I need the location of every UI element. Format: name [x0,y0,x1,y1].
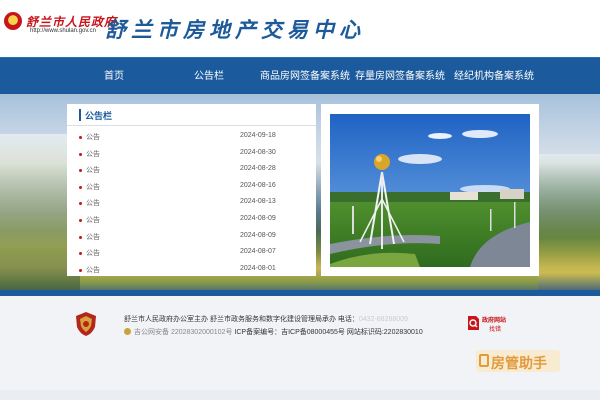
bullet-icon [79,252,82,256]
assistant-label: 房管助手 [491,355,547,371]
notice-item-date: 2024-08-30 [240,148,276,156]
public-security-icon [124,328,131,335]
notice-panel: 公告栏 公告 2024-09-18 公告 2024-08-30 公告 2024-08-… [67,104,316,276]
notice-item-title[interactable]: 公告 [86,265,100,275]
city-landmark-photo[interactable] [330,114,530,267]
find-error-label: 政府网站 [482,318,507,324]
find-error-icon [468,316,479,330]
notice-item-date: 2024-08-09 [240,231,276,239]
notice-item[interactable]: 公告 2024-08-09 [67,230,316,247]
notice-item[interactable]: 公告 2024-08-16 [67,180,316,197]
bullet-icon [79,235,82,239]
notice-item-date: 2024-08-28 [240,165,276,173]
site-header: 舒兰市人民政府 http://www.shulan.gov.cn 舒兰市房地产交… [0,0,600,57]
notice-item[interactable]: 公告 2024-09-18 [67,130,316,147]
notice-item-date: 2024-09-18 [240,132,276,139]
notice-item-title[interactable]: 公告 [86,165,100,175]
nav-item-agency[interactable]: 经纪机构备案系统 [454,58,534,95]
nav-item-resale-housing[interactable]: 存量房网签备案系统 [355,58,445,95]
notice-item-title[interactable]: 公告 [86,198,100,208]
main-nav: 首页 公告栏 商品房网签备案系统 存量房网签备案系统 经纪机构备案系统 [0,57,600,94]
footer-record-line: 吉公网安备 22028302000102号 ICP备案编号：吉ICP备08000… [124,327,423,337]
gov-url[interactable]: http://www.shulan.gov.cn [30,28,96,34]
notice-item[interactable]: 公告 2024-08-09 [67,213,316,230]
notice-item-title[interactable]: 公告 [86,132,100,142]
notice-item[interactable]: 公告 2024-08-30 [67,147,316,164]
site-title: 舒兰市房地产交易中心 [105,17,365,42]
icp-record[interactable]: ICP备案编号：吉ICP备08000455号 网站标识码:2202830010 [234,329,422,336]
bullet-icon [79,152,82,156]
notice-item[interactable]: 公告 2024-08-01 [67,263,316,280]
site-footer: 舒兰市人民政府办公室主办 舒兰市政务服务和数字化建设管理局承办 电话：0432-… [0,296,600,400]
notice-item-title[interactable]: 公告 [86,248,100,258]
notice-item-title[interactable]: 公告 [86,232,100,242]
bullet-icon [79,202,82,206]
bullet-icon [79,169,82,173]
nav-item-home[interactable]: 首页 [104,58,124,95]
bullet-icon [79,136,82,139]
bullet-icon [79,185,82,189]
notice-item-date: 2024-08-01 [240,264,276,272]
footer-host-line: 舒兰市人民政府办公室主办 舒兰市政务服务和数字化建设管理局承办 电话：0432-… [124,314,408,324]
notice-list: 公告 2024-09-18 公告 2024-08-30 公告 2024-08-28 公… [67,130,316,279]
footer-bottom-band [0,390,600,400]
notice-item-date: 2024-08-09 [240,214,276,222]
bullet-icon [79,268,82,272]
nav-item-new-housing[interactable]: 商品房网签备案系统 [260,58,350,95]
bullet-icon [79,218,82,222]
footer-host-text: 舒兰市人民政府办公室主办 舒兰市政务服务和数字化建设管理局承办 电话： [124,316,359,323]
police-record-link[interactable]: 吉公网安备 22028302000102号 [134,329,232,336]
national-emblem-icon [4,12,22,30]
housing-assistant-button[interactable]: 房管助手 [476,350,560,372]
assistant-icon [479,354,489,367]
footer-phone: 0432-68288009 [358,316,408,323]
photo-frame [321,104,539,276]
notice-header: 公告栏 [67,104,316,126]
notice-item[interactable]: 公告 2024-08-07 [67,246,316,263]
find-error-button[interactable]: 政府网站 找错 [466,313,506,335]
notice-item-title[interactable]: 公告 [86,182,100,192]
police-badge-icon[interactable] [74,311,98,337]
notice-item[interactable]: 公告 2024-08-13 [67,196,316,213]
notice-item-title[interactable]: 公告 [86,149,100,159]
nav-item-notice[interactable]: 公告栏 [194,58,224,95]
find-error-sublabel: 找错 [489,327,502,333]
notice-item-title[interactable]: 公告 [86,215,100,225]
notice-item-date: 2024-08-13 [240,198,276,206]
notice-item-date: 2024-08-16 [240,181,276,189]
notice-title[interactable]: 公告栏 [85,109,112,122]
notice-item[interactable]: 公告 2024-08-28 [67,163,316,180]
notice-item-date: 2024-08-07 [240,248,276,256]
notice-title-bar [79,109,81,121]
